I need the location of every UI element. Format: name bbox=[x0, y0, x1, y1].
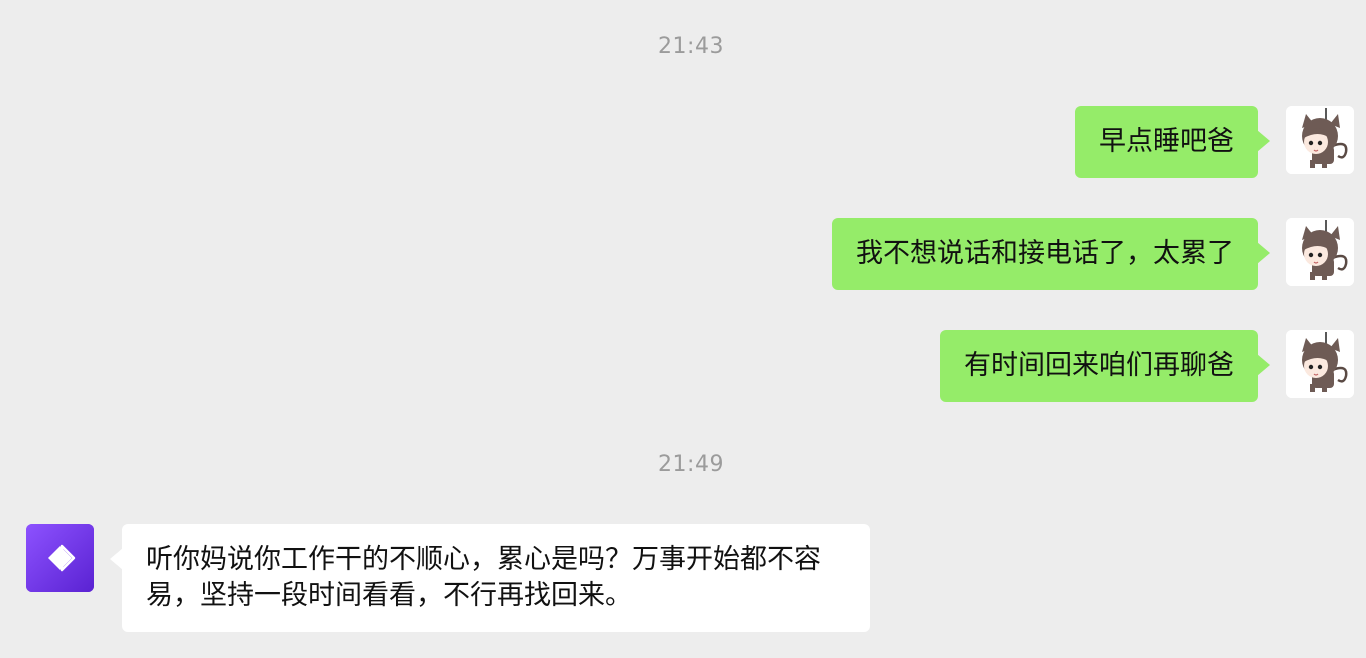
timestamp: 21:49 bbox=[658, 452, 724, 477]
message-row-sent: 早点睡吧爸 bbox=[1075, 106, 1354, 178]
cat-girl-avatar-icon[interactable] bbox=[1286, 106, 1354, 174]
message-bubble-sent[interactable]: 早点睡吧爸 bbox=[1075, 106, 1270, 178]
message-bubble-sent[interactable]: 有时间回来咱们再聊爸 bbox=[940, 330, 1270, 402]
message-row-sent: 我不想说话和接电话了，太累了 bbox=[832, 218, 1354, 290]
purple-diamond-app-icon[interactable] bbox=[26, 524, 94, 592]
cat-girl-avatar-icon[interactable] bbox=[1286, 218, 1354, 286]
chat-window: 21:43 早点睡吧爸 我不想说话和接电话了，太累了 有时间回来咱们再聊爸 21… bbox=[0, 0, 1366, 658]
timestamp: 21:43 bbox=[658, 34, 724, 59]
cat-girl-avatar-icon[interactable] bbox=[1286, 330, 1354, 398]
message-bubble-received[interactable]: 听你妈说你工作干的不顺心，累心是吗？万事开始都不容易，坚持一段时间看看，不行再找… bbox=[110, 524, 870, 632]
message-bubble-sent[interactable]: 我不想说话和接电话了，太累了 bbox=[832, 218, 1270, 290]
message-row-sent: 有时间回来咱们再聊爸 bbox=[940, 330, 1354, 402]
message-row-received: 听你妈说你工作干的不顺心，累心是吗？万事开始都不容易，坚持一段时间看看，不行再找… bbox=[26, 524, 870, 632]
